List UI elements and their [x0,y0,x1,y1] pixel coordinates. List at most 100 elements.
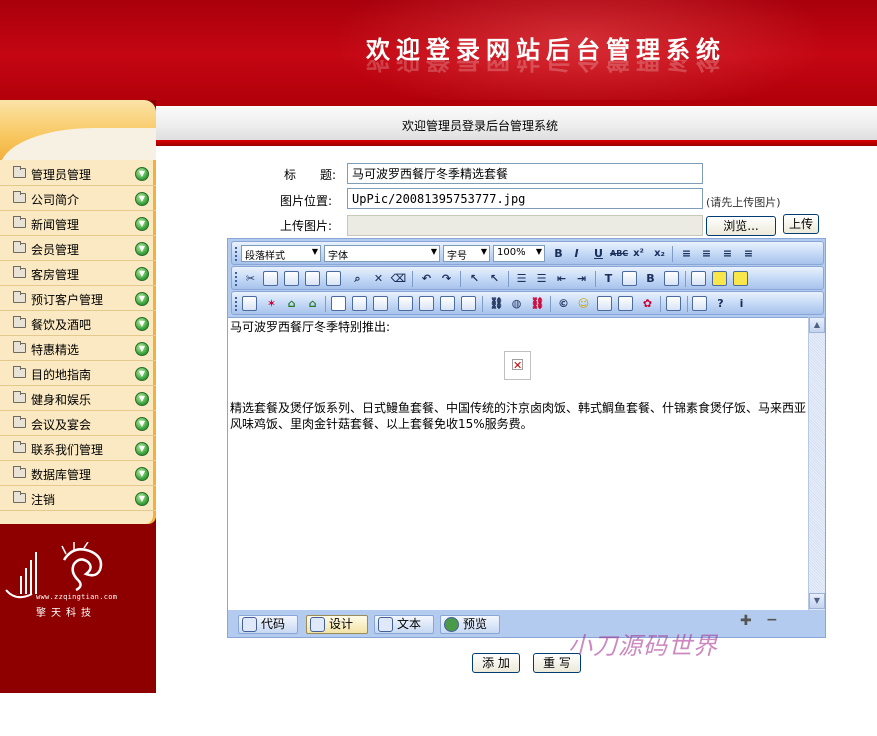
broken-image-icon[interactable]: ✕ [504,351,531,380]
chevron-down-icon[interactable]: ▼ [135,342,149,356]
font-select[interactable]: 字体 ▼ [324,245,440,262]
editor-content-area[interactable]: 马可波罗西餐厅冬季特别推出: ✕ 精选套餐及煲仔饭系列、日式鳗鱼套餐、中国传统的… [228,317,808,610]
sidebar-item-contact-management[interactable]: 联系我们管理 ▼ [0,436,156,461]
insert-line-icon[interactable] [440,296,455,311]
chevron-down-icon[interactable]: ▼ [135,167,149,181]
align-left-icon[interactable]: ≡ [678,245,695,262]
fullscreen-icon[interactable] [692,296,707,311]
eraser-icon[interactable]: ⌫ [390,270,407,287]
sidebar-item-meetings-banquets[interactable]: 会议及宴会 ▼ [0,411,156,436]
tab-preview[interactable]: 预览 [440,615,500,634]
ordered-list-icon[interactable]: ☰ [513,270,530,287]
add-button[interactable]: 添 加 [472,653,520,673]
sidebar-item-booking-management[interactable]: 预订客户管理 ▼ [0,286,156,311]
tab-code[interactable]: 代码 [238,615,298,634]
align-center-icon[interactable]: ≡ [698,245,715,262]
unordered-list-icon[interactable]: ☰ [533,270,550,287]
sidebar-item-member-management[interactable]: 会员管理 ▼ [0,236,156,261]
enlarge-editor-icon[interactable]: ✚ [740,613,752,629]
toolbar-grip[interactable] [235,247,237,261]
sidebar-item-dining-bar[interactable]: 餐饮及酒吧 ▼ [0,311,156,336]
about-icon[interactable]: i [733,295,750,312]
paste-icon[interactable] [284,271,299,286]
reset-button[interactable]: 重 写 [533,653,581,673]
chevron-down-icon[interactable]: ▼ [135,217,149,231]
insert-special-icon[interactable]: ✿ [639,295,656,312]
insert-file-icon[interactable]: ⌂ [304,295,321,312]
unselect-icon[interactable]: ↖ [486,270,503,287]
remove-link-icon[interactable]: ⛓ [529,295,546,312]
sidebar-item-room-management[interactable]: 客房管理 ▼ [0,261,156,286]
indent-icon[interactable]: ⇥ [573,270,590,287]
toolbar-grip[interactable] [235,297,237,311]
insert-media-icon[interactable]: ⌂ [283,295,300,312]
strikethrough-icon[interactable]: ABC [610,245,628,262]
chevron-down-icon[interactable]: ▼ [135,392,149,406]
outdent-icon[interactable]: ⇤ [553,270,570,287]
tab-design[interactable]: 设计 [306,615,368,634]
insert-link-icon[interactable]: ⛓ [488,295,505,312]
format-brush-icon[interactable] [664,271,679,286]
help-icon[interactable]: ? [712,295,729,312]
editor-scrollbar[interactable]: ▲ ▼ [808,317,825,610]
paste-word-icon[interactable] [326,271,341,286]
sidebar-item-logout[interactable]: 注销 ▼ [0,486,156,511]
sidebar-item-database-management[interactable]: 数据库管理 ▼ [0,461,156,486]
chevron-down-icon[interactable]: ▼ [135,317,149,331]
tab-text[interactable]: 文本 [374,615,434,634]
find-icon[interactable]: ⌕ [349,270,366,287]
scroll-up-icon[interactable]: ▲ [809,317,825,333]
marquee-icon[interactable] [712,271,727,286]
shrink-editor-icon[interactable]: − [766,612,778,628]
chevron-down-icon[interactable]: ▼ [135,367,149,381]
scroll-down-icon[interactable]: ▼ [809,593,825,609]
sidebar-item-company-profile[interactable]: 公司简介 ▼ [0,186,156,211]
font-size-select[interactable]: 字号 ▼ [443,245,490,262]
insert-page-break-icon[interactable] [666,296,681,311]
zoom-select[interactable]: 100% ▼ [493,245,545,262]
sidebar-item-destination-guide[interactable]: 目的地指南 ▼ [0,361,156,386]
sidebar-item-admin-management[interactable]: 管理员管理 ▼ [0,161,156,186]
italic-icon[interactable]: I [568,245,585,262]
insert-excel-icon[interactable] [597,296,612,311]
layer-icon[interactable] [733,271,748,286]
chevron-down-icon[interactable]: ▼ [135,442,149,456]
insert-anchor-icon[interactable] [331,296,346,311]
align-justify-icon[interactable]: ≡ [740,245,757,262]
sidebar-item-special-offers[interactable]: 特惠精选 ▼ [0,336,156,361]
text-color-icon[interactable]: T [600,270,617,287]
bg-color-icon[interactable]: B [642,270,659,287]
copy-icon[interactable] [263,271,278,286]
paste-text-icon[interactable] [305,271,320,286]
insert-image-icon[interactable] [242,296,257,311]
insert-button-icon[interactable] [461,296,476,311]
chevron-down-icon[interactable]: ▼ [135,467,149,481]
insert-code-icon[interactable] [419,296,434,311]
insert-globe-icon[interactable]: ◍ [508,295,525,312]
insert-emoticon-icon[interactable]: ☺ [575,295,592,312]
bold-icon[interactable]: B [550,245,567,262]
insert-iframe-icon[interactable] [398,296,413,311]
insert-symbol-icon[interactable]: © [555,295,572,312]
insert-form-icon[interactable] [373,296,388,311]
select-all-icon[interactable]: ↖ [466,270,483,287]
highlight-icon[interactable] [622,271,637,286]
sidebar-item-fitness-entertainment[interactable]: 健身和娱乐 ▼ [0,386,156,411]
upload-file-field[interactable] [347,215,703,236]
align-right-icon[interactable]: ≡ [719,245,736,262]
undo-icon[interactable]: ↶ [418,270,435,287]
underline-icon[interactable]: U [590,245,607,262]
subscript-icon[interactable]: x₂ [651,245,668,262]
insert-date-icon[interactable] [618,296,633,311]
horizontal-rule-icon[interactable] [691,271,706,286]
browse-button[interactable]: 浏览... [706,216,776,236]
chevron-down-icon[interactable]: ▼ [135,292,149,306]
title-input[interactable] [347,163,703,184]
sidebar-item-news-management[interactable]: 新闻管理 ▼ [0,211,156,236]
chevron-down-icon[interactable]: ▼ [135,492,149,506]
pic-location-input[interactable] [347,188,703,209]
chevron-down-icon[interactable]: ▼ [135,267,149,281]
cut-icon[interactable]: ✂ [242,270,259,287]
paragraph-style-select[interactable]: 段落样式 ▼ [241,245,321,262]
chevron-down-icon[interactable]: ▼ [135,192,149,206]
